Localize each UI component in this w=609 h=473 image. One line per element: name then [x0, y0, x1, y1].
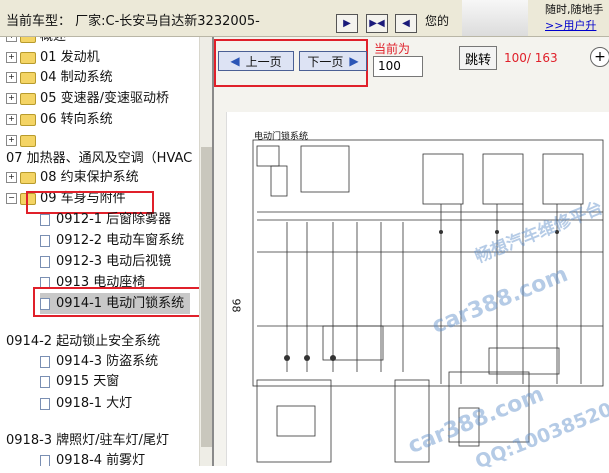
document-icon [40, 375, 50, 388]
expand-icon[interactable]: + [6, 37, 17, 42]
tree-item-engine[interactable]: +01 发动机 [6, 47, 100, 68]
folder-icon [20, 134, 36, 147]
expand-icon: ▶◀ [369, 18, 385, 29]
expand-icon[interactable]: + [6, 72, 17, 83]
expand-icon[interactable]: + [6, 93, 17, 104]
document-icon [40, 454, 50, 466]
document-icon [40, 213, 50, 226]
tree-item-partial[interactable]: +概述 [6, 37, 66, 47]
tree-item-0912-1[interactable]: 0912-1 后窗除雾器 [40, 209, 171, 230]
expand-icon[interactable]: + [6, 172, 17, 183]
next-page-button[interactable]: 下一页 ▶ [299, 51, 367, 71]
tree-item-brakes[interactable]: +04 制动系统 [6, 67, 113, 88]
right-arrow-icon: ▶ [349, 54, 359, 68]
play-icon: ▶ [343, 18, 351, 29]
folder-icon [20, 92, 36, 105]
tree-item-0914-3[interactable]: 0914-3 防盗系统 [40, 351, 158, 372]
back-icon: ◀ [402, 18, 410, 29]
tree-item-0912-2[interactable]: 0912-2 电动车窗系统 [40, 230, 184, 251]
hint-text: 您的 [425, 14, 450, 28]
diagram-title: 电动门锁系统 [254, 132, 309, 142]
tree-item-0918-4[interactable]: 0918-4 前雾灯 [40, 450, 145, 466]
expand-icon[interactable]: + [6, 114, 17, 125]
tree-scrollbar[interactable] [199, 37, 212, 466]
jump-button[interactable]: 跳转 [459, 46, 497, 70]
expand-icon[interactable]: + [6, 52, 17, 63]
highlight-box-selected [33, 287, 202, 317]
tree-item-0918-3[interactable]: 0918-3 牌照灯/驻车灯/尾灯 [6, 430, 169, 451]
tree-item-hvac[interactable]: 07 加热器、通风及空调（HVAC [6, 148, 192, 169]
ad-text: 随时,随地手 [545, 3, 604, 16]
tree-item-restraints[interactable]: +08 约束保护系统 [6, 167, 139, 188]
document-icon [40, 355, 50, 368]
folder-icon [20, 113, 36, 126]
plus-icon: + [594, 49, 606, 65]
scrollbar-thumb[interactable] [201, 147, 212, 447]
title-bar: 当前车型： 厂家:C-长安马自达新3232005- ▶ ▶◀ ◀ 您的 随时,随… [0, 0, 609, 37]
nav-first-button[interactable]: ▶ [336, 14, 358, 33]
tree-item-0915[interactable]: 0915 天窗 [40, 371, 119, 392]
current-car-label: 当前车型： 厂家:C-长安马自达新3232005- [6, 14, 260, 29]
diagram-page-number: 98 [229, 298, 243, 313]
tree-item-0918-1[interactable]: 0918-1 大灯 [40, 393, 132, 414]
ad-logo [462, 0, 528, 36]
left-arrow-icon: ◀ [230, 54, 240, 68]
page-count: 100/ 163 [504, 51, 558, 65]
folder-icon [20, 37, 36, 43]
expand-icon[interactable]: + [6, 135, 17, 146]
document-icon [40, 255, 50, 268]
tree-item-transmission[interactable]: +05 变速器/变速驱动桥 [6, 88, 169, 109]
document-icon [40, 234, 50, 247]
current-page-label: 当前为 [374, 42, 411, 56]
ad-link[interactable]: >>用户升 [545, 17, 596, 33]
nav-expand-button[interactable]: ▶◀ [366, 14, 388, 33]
tree-item-0912-3[interactable]: 0912-3 电动后视镜 [40, 251, 171, 272]
folder-icon [20, 51, 36, 64]
collapse-icon[interactable]: − [6, 193, 17, 204]
prev-page-button[interactable]: ◀ 上一页 [218, 51, 294, 71]
document-icon [40, 397, 50, 410]
page-number-input[interactable]: 100 [373, 56, 423, 77]
folder-icon [20, 71, 36, 84]
tree-item-steering[interactable]: +06 转向系统 [6, 109, 113, 130]
folder-icon [20, 171, 36, 184]
zoom-in-button[interactable]: + [590, 47, 609, 67]
tree-panel: +概述 +01 发动机 +04 制动系统 +05 变速器/变速驱动桥 +06 转… [0, 37, 212, 466]
tree-item-0914-2[interactable]: 0914-2 起动锁止安全系统 [6, 331, 160, 352]
nav-back-button[interactable]: ◀ [395, 14, 417, 33]
